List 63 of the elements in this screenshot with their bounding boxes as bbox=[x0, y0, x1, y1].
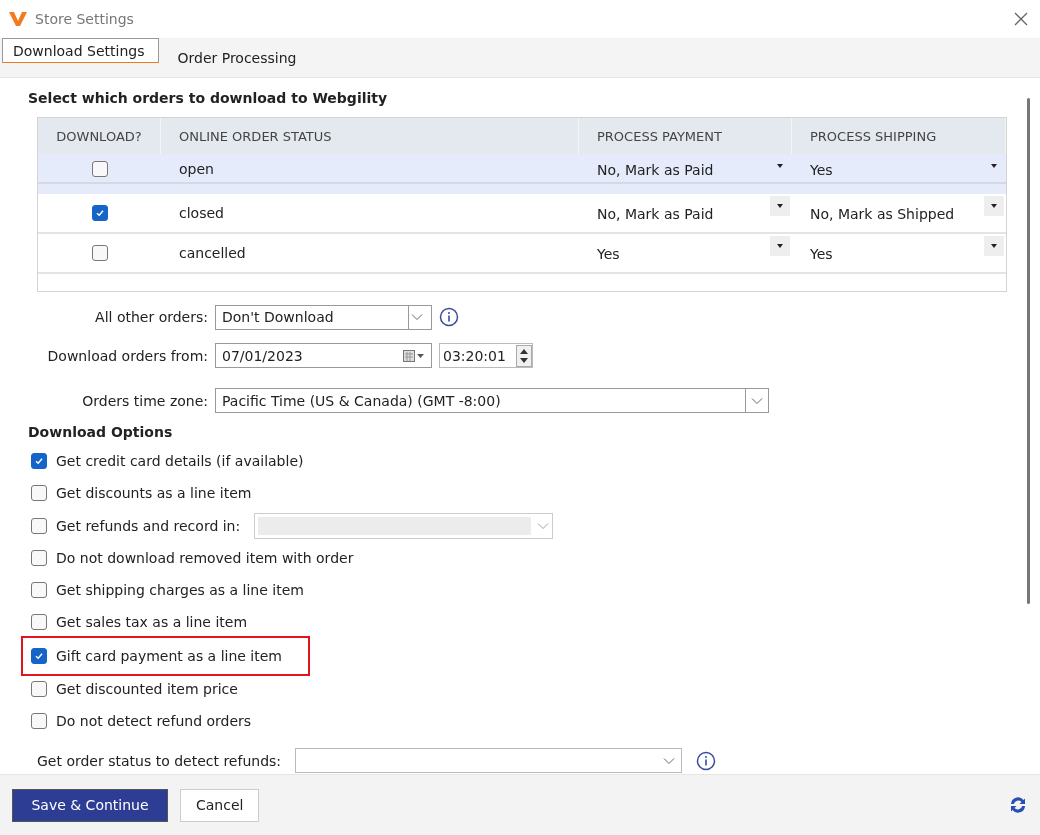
option-label: Get discounts as a line item bbox=[56, 485, 252, 502]
cancel-button[interactable]: Cancel bbox=[180, 788, 260, 822]
scrollbar[interactable] bbox=[1027, 98, 1030, 604]
dropdown-field[interactable] bbox=[295, 748, 683, 774]
spinner-icon[interactable] bbox=[516, 344, 532, 367]
field-label: Download orders from: bbox=[46, 347, 208, 364]
table-row[interactable]: cancelled Yes Yes bbox=[38, 234, 1006, 274]
refresh-icon[interactable] bbox=[1008, 795, 1028, 815]
table-cell: No, Mark as Paid bbox=[597, 162, 714, 178]
option-label: Do not detect refund orders bbox=[56, 713, 252, 730]
option-label: Gift card payment as a line item bbox=[56, 647, 282, 664]
checkbox[interactable] bbox=[31, 485, 47, 502]
section-heading: Select which orders to download to Webgility bbox=[28, 90, 389, 108]
table-cell: closed bbox=[179, 205, 224, 221]
field-label: Orders time zone: bbox=[81, 392, 208, 409]
option-label: Get discounted item price bbox=[56, 680, 238, 697]
table-row[interactable]: closed No, Mark as Paid No, Mark as Shipped bbox=[38, 194, 1006, 234]
option-label: Get refunds and record in: bbox=[56, 517, 241, 534]
info-icon[interactable] bbox=[696, 750, 717, 771]
dropdown-field[interactable]: Don't Download bbox=[215, 304, 432, 330]
save-button[interactable]: Save & Continue bbox=[12, 788, 168, 822]
option-label: Get shipping charges as a line item bbox=[56, 582, 304, 599]
info-icon[interactable] bbox=[439, 307, 459, 328]
option-label: Get sales tax as a line item bbox=[56, 614, 248, 631]
dropdown-field[interactable]: Pacific Time (US & Canada) (GMT -8:00) bbox=[215, 388, 769, 413]
logo-icon bbox=[9, 12, 27, 26]
table-cell: Yes bbox=[810, 162, 833, 178]
check-icon bbox=[34, 650, 44, 661]
time-field[interactable]: 03:20:01 bbox=[439, 343, 533, 369]
checkbox[interactable] bbox=[91, 161, 108, 177]
check-icon bbox=[94, 208, 105, 218]
table-cell: No, Mark as Shipped bbox=[810, 206, 955, 222]
chevron-down-icon bbox=[751, 396, 763, 405]
field-label: Get order status to detect refunds: bbox=[37, 752, 282, 769]
table-row[interactable]: open No, Mark as Paid Yes bbox=[38, 154, 1006, 194]
option-label: Do not download removed item with order bbox=[56, 549, 354, 566]
checkbox[interactable] bbox=[31, 614, 47, 631]
close-icon[interactable] bbox=[1014, 12, 1028, 26]
table-cell: open bbox=[179, 161, 214, 177]
checkbox[interactable] bbox=[31, 452, 47, 469]
option-label: Get credit card details (if available) bbox=[56, 452, 304, 469]
checkbox[interactable] bbox=[31, 549, 47, 566]
tab[interactable]: Order Processing bbox=[167, 38, 311, 77]
window-title: Store Settings bbox=[35, 11, 134, 27]
chevron-down-icon bbox=[411, 313, 423, 322]
checkbox[interactable] bbox=[31, 713, 47, 730]
checkbox[interactable] bbox=[91, 205, 108, 221]
table-cell: cancelled bbox=[179, 245, 246, 261]
check-icon bbox=[34, 455, 44, 466]
chevron-down-icon bbox=[537, 521, 550, 530]
table-cell: Yes bbox=[810, 246, 833, 262]
checkbox[interactable] bbox=[31, 582, 47, 599]
field-label: All other orders: bbox=[94, 309, 208, 326]
checkbox[interactable] bbox=[91, 245, 108, 261]
chevron-down-icon bbox=[663, 756, 676, 765]
table-cell: No, Mark as Paid bbox=[597, 206, 714, 222]
checkbox[interactable] bbox=[31, 680, 47, 697]
date-field[interactable]: 07/01/2023 bbox=[215, 343, 432, 369]
section-heading: Download Options bbox=[28, 423, 174, 442]
checkbox[interactable] bbox=[31, 647, 47, 664]
calendar-icon[interactable] bbox=[403, 348, 425, 363]
tab[interactable]: Download Settings bbox=[2, 38, 160, 63]
table-cell: Yes bbox=[597, 246, 620, 262]
